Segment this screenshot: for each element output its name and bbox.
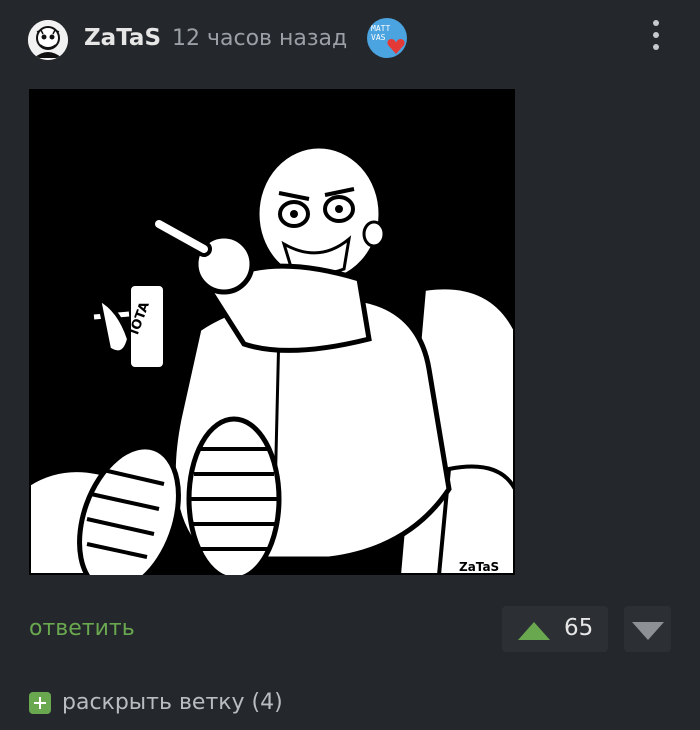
username[interactable]: ZaTaS	[84, 25, 161, 51]
timestamp: 12 часов назад	[172, 26, 348, 51]
post-image[interactable]: IOTA ZaTaS	[29, 89, 515, 575]
user-badge[interactable]: MATT VAS	[367, 18, 407, 58]
avatar[interactable]	[28, 20, 68, 60]
comment-header: ZaTaS 12 часов назад MATT VAS	[28, 18, 670, 60]
vote-count: 65	[564, 615, 594, 641]
downvote-button[interactable]	[624, 606, 671, 652]
reply-button[interactable]: ответить	[29, 616, 135, 641]
more-options-icon[interactable]	[652, 20, 660, 56]
upvote-icon[interactable]	[518, 620, 550, 640]
upvote-group: 65	[502, 606, 608, 652]
plus-icon	[29, 692, 51, 714]
expand-thread-label: раскрыть ветку (4)	[62, 690, 283, 715]
heart-icon	[387, 39, 405, 54]
image-signature: ZaTaS	[459, 560, 499, 574]
downvote-icon	[632, 622, 664, 640]
